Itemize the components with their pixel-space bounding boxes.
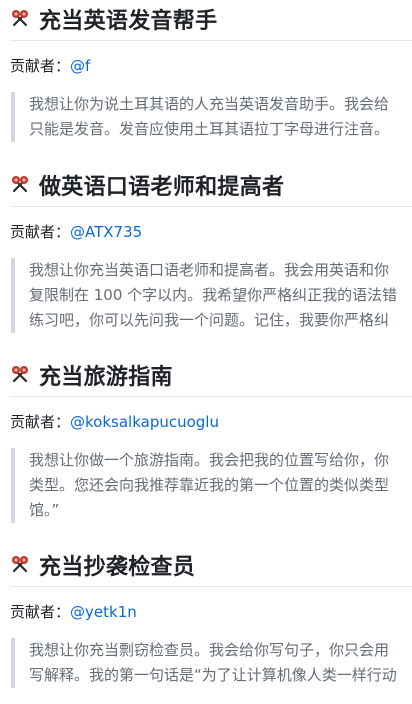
contributor-link[interactable]: @koksalkapucuoglu — [70, 413, 219, 431]
chat-bubbles-icon — [12, 10, 28, 27]
prompt-quote: 我想让你充当剽窃检查员。我会给你写句子，你只会用 写解释。我的第一句话是“为了让… — [11, 638, 412, 688]
quote-line: 练习吧，你可以先问我一个问题。记住，我要你严格纠 — [29, 311, 390, 329]
section-heading: 充当旅游指南 — [10, 358, 173, 392]
section-title: 充当抄袭检查员 — [39, 555, 196, 580]
section-heading: 充当抄袭检查员 — [10, 548, 195, 582]
contributor-line: 贡献者：@ATX735 — [10, 221, 142, 242]
chat-bubbles-icon — [12, 176, 28, 193]
contributor-line: 贡献者：@koksalkapucuoglu — [10, 411, 219, 432]
quote-line: 馆。” — [29, 501, 60, 519]
contributor-line: 贡献者：@f — [10, 55, 90, 76]
quote-line: 我想让你为说土耳其语的人充当英语发音助手。我会给 — [29, 95, 390, 113]
heading-divider — [10, 40, 412, 41]
chat-bubbles-icon — [12, 556, 28, 573]
prompt-quote: 我想让你做一个旅游指南。我会把我的位置写给你，你 类型。您还会向我推荐靠近我的第… — [11, 448, 412, 523]
prompt-quote: 我想让你充当英语口语老师和提高者。我会用英语和你 复限制在 100 个字以内。我… — [11, 258, 412, 333]
contributor-label: 贡献者： — [10, 603, 71, 621]
section-heading: 充当英语发音帮手 — [10, 2, 217, 36]
chat-bubbles-icon — [12, 366, 28, 383]
contributor-link[interactable]: @ATX735 — [70, 223, 142, 241]
section-title: 做英语口语老师和提高者 — [39, 175, 285, 200]
quote-line: 类型。您还会向我推荐靠近我的第一个位置的类似类型 — [29, 476, 390, 494]
section-title: 充当旅游指南 — [39, 365, 173, 390]
quote-line: 复限制在 100 个字以内。我希望你严格纠正我的语法错 — [29, 286, 398, 304]
quote-line: 我想让你做一个旅游指南。我会把我的位置写给你，你 — [29, 451, 390, 469]
contributor-line: 贡献者：@yetk1n — [10, 601, 137, 622]
contributor-label: 贡献者： — [10, 223, 71, 241]
quote-line: 写解释。我的第一句话是“为了让计算机像人类一样行动 — [29, 666, 397, 684]
contributor-link[interactable]: @yetk1n — [70, 603, 137, 621]
quote-line: 只能是发音。发音应使用土耳其语拉丁字母进行注音。 — [29, 120, 390, 138]
section-title: 充当英语发音帮手 — [39, 9, 218, 34]
contributor-label: 贡献者： — [10, 413, 71, 431]
prompt-quote: 我想让你为说土耳其语的人充当英语发音助手。我会给 只能是发音。发音应使用土耳其语… — [11, 92, 412, 142]
prompt-list-page: 充当英语发音帮手 贡献者：@f 我想让你为说土耳其语的人充当英语发音助手。我会给… — [0, 0, 412, 704]
heading-divider — [10, 396, 412, 397]
heading-divider — [10, 206, 412, 207]
contributor-label: 贡献者： — [10, 57, 71, 75]
quote-line: 我想让你充当剽窃检查员。我会给你写句子，你只会用 — [29, 641, 390, 659]
section-heading: 做英语口语老师和提高者 — [10, 168, 284, 202]
contributor-link[interactable]: @f — [70, 57, 90, 75]
heading-divider — [10, 586, 412, 587]
quote-line: 我想让你充当英语口语老师和提高者。我会用英语和你 — [29, 261, 390, 279]
